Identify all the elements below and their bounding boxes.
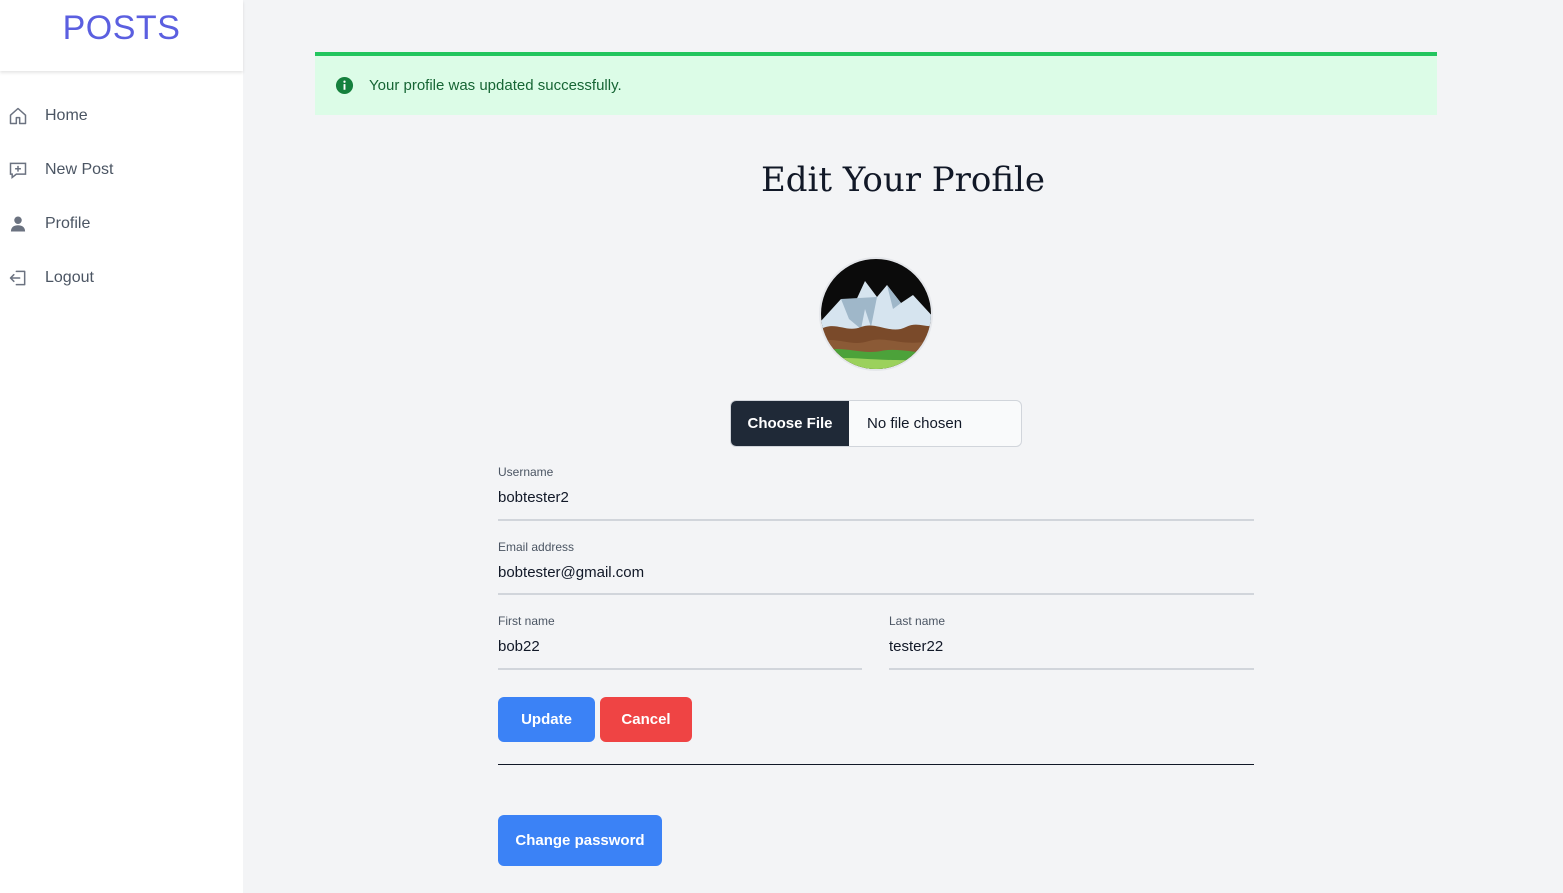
sidebar-item-label: Logout	[45, 269, 94, 286]
file-input[interactable]: Choose File No file chosen	[730, 400, 1022, 447]
sidebar-item-label: Home	[45, 107, 88, 124]
email-field[interactable]: Email address bobtester@gmail.com	[498, 540, 1254, 595]
sidebar-item-label: Profile	[45, 215, 91, 232]
success-alert: Your profile was updated successfully.	[315, 52, 1437, 115]
email-value: bobtester@gmail.com	[498, 564, 645, 581]
divider	[498, 764, 1254, 765]
first-name-label: First name	[498, 614, 555, 628]
alert-message: Your profile was updated successfully.	[369, 77, 622, 94]
page-title: Edit Your Profile	[760, 160, 1046, 200]
avatar-image	[821, 259, 931, 369]
sidebar: POSTS Home New Post Profile Logout	[0, 0, 243, 893]
sidebar-item-profile[interactable]: Profile	[0, 197, 243, 251]
update-button[interactable]: Update	[498, 697, 595, 742]
sidebar-item-label: New Post	[45, 161, 114, 178]
username-value: bobtester2	[498, 489, 569, 506]
last-name-field[interactable]: Last name tester22	[889, 614, 1254, 670]
sidebar-item-logout[interactable]: Logout	[0, 251, 243, 305]
last-name-value: tester22	[889, 638, 944, 655]
email-label: Email address	[498, 540, 575, 554]
first-name-field[interactable]: First name bob22	[498, 614, 862, 670]
choose-file-button[interactable]: Choose File	[731, 401, 849, 446]
plus-square-icon	[8, 160, 28, 180]
main-content: Your profile was updated successfully. E…	[243, 0, 1563, 893]
change-password-button[interactable]: Change password	[498, 815, 662, 866]
last-name-label: Last name	[889, 614, 946, 628]
cancel-button[interactable]: Cancel	[600, 697, 692, 742]
user-icon	[8, 214, 28, 234]
info-icon	[335, 76, 354, 95]
sidebar-item-new-post[interactable]: New Post	[0, 143, 243, 197]
logout-icon	[8, 268, 28, 288]
brand-logo[interactable]: POSTS	[0, 0, 243, 71]
sidebar-item-home[interactable]: Home	[0, 89, 243, 143]
file-status: No file chosen	[867, 415, 963, 432]
username-field[interactable]: Username bobtester2	[498, 465, 1254, 521]
avatar	[819, 257, 933, 371]
first-name-value: bob22	[498, 638, 540, 655]
home-icon	[8, 106, 28, 126]
username-label: Username	[498, 465, 554, 479]
sidebar-nav: Home New Post Profile Logout	[0, 71, 243, 305]
